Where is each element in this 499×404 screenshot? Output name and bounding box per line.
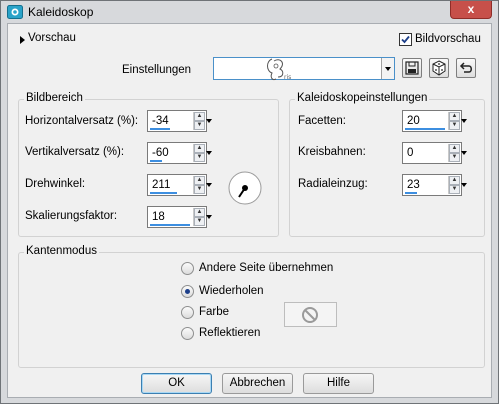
radio-color-label[interactable]: Farbe [199,306,229,318]
save-icon [405,61,419,75]
disabled-icon [302,307,318,323]
edge-mode-title: Kantenmodus [24,245,99,257]
vertical-offset-bar [150,160,162,162]
facets-spinner[interactable]: 20 ▲ ▼ [402,110,467,132]
radio-color[interactable] [181,306,194,319]
vertical-offset-label: Vertikalversatz (%): [25,146,125,158]
facets-bar [405,128,445,130]
scale-value: 18 [152,211,165,223]
spin-down-icon[interactable]: ▼ [194,153,205,162]
bildbereich-title: Bildbereich [24,92,85,104]
rotation-dial[interactable] [227,170,263,206]
chevron-down-icon [206,215,212,219]
radio-repeat-label[interactable]: Wiederholen [199,285,264,297]
radial-inset-spinner[interactable]: 23 ▲ ▼ [402,174,467,196]
facets-dropdown[interactable] [461,111,469,131]
orbits-spinner[interactable]: 0 ▲ ▼ [402,142,467,164]
settings-dropdown-button[interactable] [381,58,394,79]
randomize-button[interactable] [429,58,449,78]
chevron-down-icon [206,151,212,155]
preview-checkbox[interactable] [399,33,412,46]
radio-other-side[interactable] [181,262,194,275]
facets-label: Facetten: [298,115,346,127]
spin-down-icon[interactable]: ▼ [449,153,460,162]
watermark-logo-icon: ris [267,58,291,81]
scale-label: Skalierungsfaktor: [25,210,118,222]
orbits-label: Kreisbahnen: [298,146,366,158]
radial-inset-dropdown[interactable] [461,175,469,195]
spin-down-icon[interactable]: ▼ [194,121,205,130]
spin-up-icon[interactable]: ▲ [449,112,460,121]
save-preset-button[interactable] [402,58,422,78]
app-icon [7,5,23,19]
horizontal-offset-dropdown[interactable] [206,111,214,131]
spin-down-icon[interactable]: ▼ [449,185,460,194]
checkmark-icon [401,35,410,44]
chevron-down-icon [461,151,467,155]
undo-icon [459,62,472,73]
scale-bar [150,224,190,226]
orbits-dropdown[interactable] [461,143,469,163]
radial-inset-bar [405,192,417,194]
svg-text:ris: ris [284,74,291,81]
horizontal-offset-label: Horizontalversatz (%): [25,115,139,127]
spin-up-icon[interactable]: ▲ [449,176,460,185]
window-title: Kaleidoskop [28,5,94,19]
scale-dropdown[interactable] [206,207,214,227]
title-bar[interactable]: Kaleidoskop x [1,1,498,23]
expand-arrow-icon[interactable] [20,36,25,44]
radio-other-side-label[interactable]: Andere Seite übernehmen [199,262,333,274]
preview-toggle[interactable]: Vorschau [28,32,76,44]
kaleido-title: Kaleidoskopeinstellungen [295,92,430,104]
radial-inset-label: Radialeinzug: [298,178,368,190]
rotation-spinner[interactable]: 211 ▲ ▼ [147,174,212,196]
rotation-bar [150,192,177,194]
close-button[interactable]: x [450,1,492,19]
settings-dropdown[interactable]: ris [213,57,395,81]
ok-button[interactable]: OK [141,373,212,394]
preview-checkbox-label: Bildvorschau [415,33,481,45]
settings-label: Einstellungen [122,64,192,76]
spin-up-icon[interactable]: ▲ [194,208,205,217]
spin-down-icon[interactable]: ▼ [449,121,460,130]
dialog-window: Kaleidoskop x Vorschau Bildvorschau Eins… [0,0,499,404]
rotation-value: 211 [152,179,171,191]
facets-value: 20 [407,115,420,127]
radio-reflect-label[interactable]: Reflektieren [199,327,260,339]
spin-down-icon[interactable]: ▼ [194,217,205,226]
rotation-dropdown[interactable] [206,175,214,195]
help-button[interactable]: Hilfe [303,373,374,394]
chevron-down-icon [461,119,467,123]
vertical-offset-dropdown[interactable] [206,143,214,163]
chevron-down-icon [385,67,391,71]
spin-down-icon[interactable]: ▼ [194,185,205,194]
spin-up-icon[interactable]: ▲ [449,144,460,153]
vertical-offset-value: -60 [152,147,169,159]
color-swatch[interactable] [284,302,337,327]
chevron-down-icon [461,183,467,187]
vertical-offset-spinner[interactable]: -60 ▲ ▼ [147,142,212,164]
rotation-label: Drehwinkel: [25,178,86,190]
cancel-button[interactable]: Abbrechen [222,373,293,394]
spin-up-icon[interactable]: ▲ [194,112,205,121]
orbits-value: 0 [407,147,414,159]
chevron-down-icon [206,119,212,123]
dice-icon [432,60,446,76]
radio-repeat[interactable] [181,285,194,298]
radio-reflect[interactable] [181,327,194,340]
spin-up-icon[interactable]: ▲ [194,176,205,185]
dialog-client: Vorschau Bildvorschau Einstellungen ris [7,23,492,398]
horizontal-offset-value: -34 [152,115,169,127]
chevron-down-icon [206,183,212,187]
horizontal-offset-bar [150,128,170,130]
scale-spinner[interactable]: 18 ▲ ▼ [147,206,212,228]
reset-button[interactable] [456,58,476,78]
radial-inset-value: 23 [407,179,420,191]
spin-up-icon[interactable]: ▲ [194,144,205,153]
horizontal-offset-spinner[interactable]: -34 ▲ ▼ [147,110,212,132]
